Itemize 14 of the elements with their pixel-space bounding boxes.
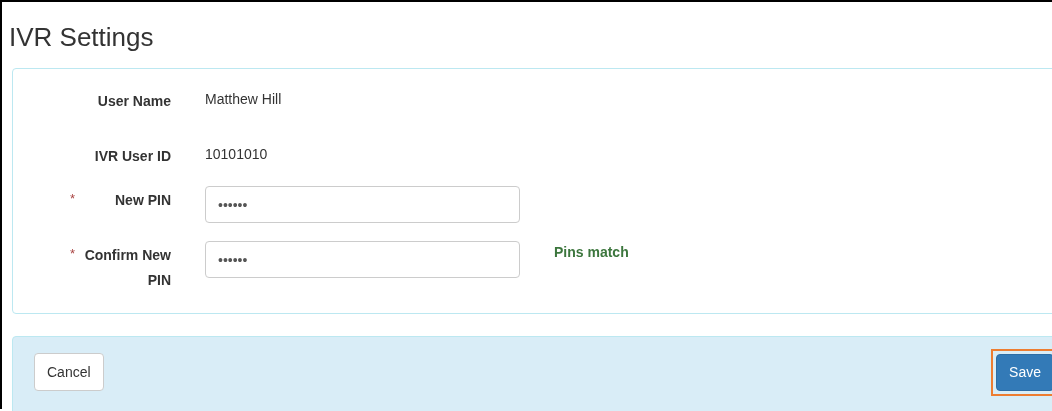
required-mark: * <box>69 190 75 208</box>
required-mark: * <box>69 245 75 263</box>
cancel-button[interactable]: Cancel <box>34 353 104 391</box>
field-label: User Name <box>96 92 171 111</box>
password-field[interactable]: •••••• <box>205 241 520 278</box>
field-value: Matthew Hill <box>205 90 282 109</box>
page-title: IVR Settings <box>9 21 155 54</box>
field-label: New PIN <box>114 191 171 210</box>
field-label: IVR User ID <box>93 147 171 166</box>
password-field[interactable]: •••••• <box>205 186 520 223</box>
field-value: 10101010 <box>205 145 268 164</box>
field-label: Confirm New PIN <box>83 246 171 290</box>
save-button[interactable]: Save <box>996 353 1052 391</box>
match-message: Pins match <box>554 243 629 262</box>
